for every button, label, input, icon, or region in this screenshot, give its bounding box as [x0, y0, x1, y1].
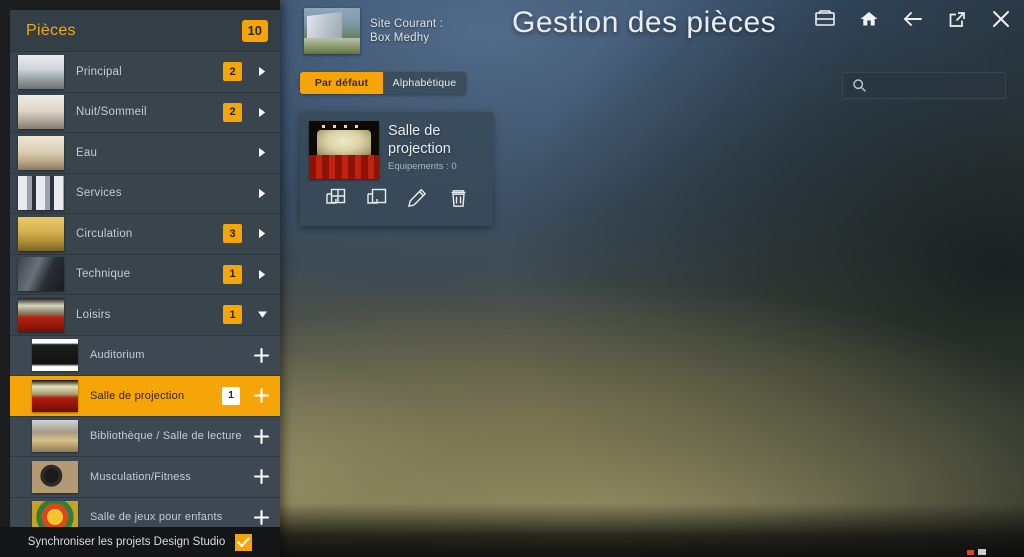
copy-icon[interactable] [366, 188, 387, 209]
category-label: Eau [76, 146, 98, 159]
sidebar-category-principal[interactable]: Principal 2 [10, 52, 280, 93]
sync-checkbox[interactable] [235, 533, 253, 551]
category-thumbnail [18, 216, 64, 251]
subitem-label: Salle de projection [90, 389, 185, 402]
category-label: Technique [76, 268, 131, 281]
add-room-icon[interactable] [252, 347, 270, 364]
category-count-badge: 1 [223, 305, 242, 325]
window-controls [810, 4, 1016, 34]
chevron-right-icon[interactable] [254, 228, 270, 239]
subitem-thumbnail [32, 420, 78, 453]
sort-tabs: Par défaut Alphabétique [300, 72, 466, 94]
edit-pencil-icon[interactable] [407, 188, 428, 209]
subitem-thumbnail [32, 379, 78, 412]
sidebar-subitem-biblioth-que-salle-de-lecture[interactable]: Bibliothèque / Salle de lecture [10, 416, 280, 457]
chevron-right-icon[interactable] [254, 147, 270, 158]
external-link-icon[interactable] [942, 4, 972, 34]
category-label: Circulation [76, 227, 133, 240]
room-card-subtitle: Equipements : 0 [388, 160, 457, 172]
subitem-count-badge: 1 [222, 386, 240, 405]
sidebar-category-loisirs[interactable]: Loisirs 1 [10, 295, 280, 336]
category-label: Principal [76, 65, 122, 78]
sidebar-category-eau[interactable]: Eau [10, 133, 280, 174]
sidebar-category-nuit-sommeil[interactable]: Nuit/Sommeil 2 [10, 93, 280, 133]
sync-label: Synchroniser les projets Design Studio [27, 536, 226, 548]
subitem-label: Musculation/Fitness [90, 470, 192, 483]
pieces-list[interactable]: Principal 2 Nuit/Sommeil 2 Eau Services Circul… [10, 52, 280, 527]
chevron-down-icon[interactable] [254, 310, 270, 319]
category-thumbnail [18, 297, 64, 332]
sidebar-subitem-salle-de-jeux-pour-enfants[interactable]: Salle de jeux pour enfants [10, 497, 280, 527]
sync-bar: Synchroniser les projets Design Studio [0, 527, 280, 557]
delete-trash-icon[interactable] [448, 188, 469, 209]
subitem-label: Salle de jeux pour enfants [90, 511, 223, 524]
close-icon[interactable] [986, 4, 1016, 34]
sidebar-category-technique[interactable]: Technique 1 [10, 255, 280, 295]
category-thumbnail [18, 176, 64, 211]
sidebar: Pièces 10 Principal 2 Nuit/Sommeil 2 Eau Serv… [0, 0, 280, 557]
category-count-badge: 3 [223, 224, 242, 244]
chevron-right-icon[interactable] [254, 66, 270, 77]
site-label: Site Courant : [370, 18, 444, 30]
category-thumbnail [18, 95, 64, 130]
rooms-grid: Salle de projection Equipements : 0 [280, 112, 1024, 557]
pieces-title: Pièces [26, 21, 76, 39]
pieces-panel-header: Pièces 10 [10, 10, 280, 52]
back-arrow-icon[interactable] [898, 4, 928, 34]
category-count-badge: 2 [223, 102, 242, 122]
sidebar-category-circulation[interactable]: Circulation 3 [10, 214, 280, 255]
duplicate-grid-icon[interactable] [325, 188, 346, 209]
tab-alphabetique[interactable]: Alphabétique [383, 72, 466, 94]
category-label: Services [76, 187, 122, 200]
site-name: Box Medhy [370, 32, 430, 44]
site-thumbnail [304, 8, 360, 54]
subitem-label: Bibliothèque / Salle de lecture [90, 430, 242, 443]
chevron-right-icon[interactable] [254, 269, 270, 280]
app-header: Site Courant : Box Medhy Gestion des piè… [280, 0, 1024, 62]
category-count-badge: 1 [223, 264, 242, 284]
add-room-icon[interactable] [252, 428, 270, 445]
subitem-label: Auditorium [90, 349, 145, 362]
subitem-thumbnail [32, 501, 78, 527]
search-input[interactable] [867, 79, 1024, 92]
subitem-thumbnail [32, 460, 78, 493]
sidebar-subitem-salle-de-projection[interactable]: Salle de projection 1 [10, 376, 280, 417]
sidebar-category-services[interactable]: Services [10, 174, 280, 214]
room-thumbnail [309, 121, 379, 179]
search-box[interactable] [842, 72, 1024, 99]
add-room-icon[interactable] [252, 468, 270, 485]
add-room-icon[interactable] [252, 509, 270, 526]
sidebar-subitem-musculation-fitness[interactable]: Musculation/Fitness [10, 457, 280, 498]
category-thumbnail [18, 54, 64, 89]
subitem-thumbnail [32, 339, 78, 372]
add-room-icon[interactable] [252, 387, 270, 404]
category-label: Loisirs [76, 308, 111, 321]
home-icon[interactable] [854, 4, 884, 34]
taskbar-blip [967, 549, 986, 555]
pieces-count-badge: 10 [241, 19, 268, 42]
category-count-badge: 2 [223, 62, 242, 82]
category-thumbnail [18, 135, 64, 170]
tab-par-defaut[interactable]: Par défaut [300, 72, 383, 94]
pieces-panel: Pièces 10 Principal 2 Nuit/Sommeil 2 Eau Serv… [10, 10, 280, 527]
inbox-icon[interactable] [810, 4, 840, 34]
chevron-right-icon[interactable] [254, 188, 270, 199]
current-site-block: Site Courant : Box Medhy [304, 8, 443, 54]
category-thumbnail [18, 257, 64, 292]
room-card-title: Salle de projection [388, 123, 451, 158]
page-title: Gestion des pièces [512, 6, 777, 39]
category-label: Nuit/Sommeil [76, 106, 147, 119]
search-icon [852, 78, 867, 93]
content-toolbar: Par défaut Alphabétique [280, 72, 1024, 106]
chevron-right-icon[interactable] [254, 107, 270, 118]
room-card[interactable]: Salle de projection Equipements : 0 [300, 112, 493, 226]
sidebar-subitem-auditorium[interactable]: Auditorium [10, 335, 280, 376]
